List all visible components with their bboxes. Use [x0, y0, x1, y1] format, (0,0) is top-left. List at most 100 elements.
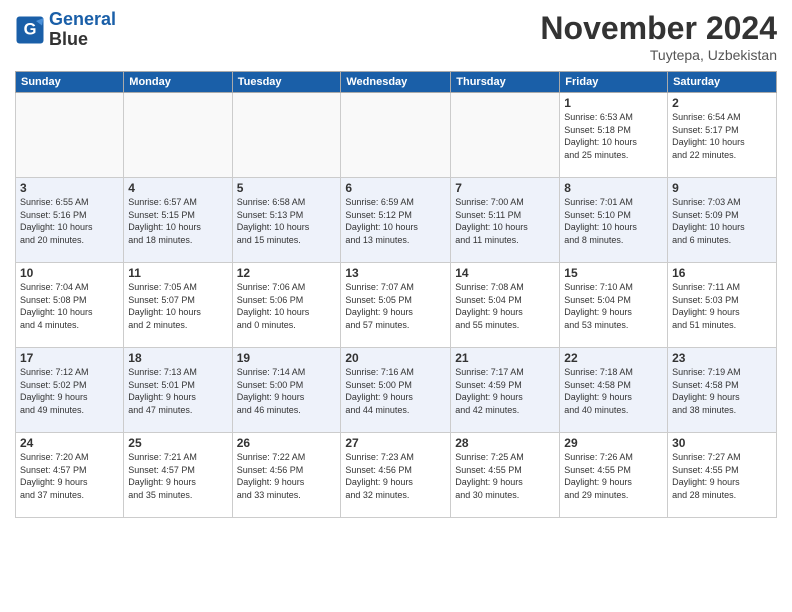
- calendar-cell: 5Sunrise: 6:58 AM Sunset: 5:13 PM Daylig…: [232, 178, 341, 263]
- calendar-cell: 23Sunrise: 7:19 AM Sunset: 4:58 PM Dayli…: [668, 348, 777, 433]
- day-number: 26: [237, 436, 337, 450]
- calendar-week-row: 10Sunrise: 7:04 AM Sunset: 5:08 PM Dayli…: [16, 263, 777, 348]
- day-info: Sunrise: 7:23 AM Sunset: 4:56 PM Dayligh…: [345, 451, 446, 501]
- day-number: 21: [455, 351, 555, 365]
- day-number: 3: [20, 181, 119, 195]
- day-number: 22: [564, 351, 663, 365]
- day-number: 9: [672, 181, 772, 195]
- day-number: 13: [345, 266, 446, 280]
- day-number: 17: [20, 351, 119, 365]
- calendar-cell: 7Sunrise: 7:00 AM Sunset: 5:11 PM Daylig…: [451, 178, 560, 263]
- weekday-header: Saturday: [668, 72, 777, 93]
- day-number: 10: [20, 266, 119, 280]
- calendar-cell: 26Sunrise: 7:22 AM Sunset: 4:56 PM Dayli…: [232, 433, 341, 518]
- day-info: Sunrise: 7:26 AM Sunset: 4:55 PM Dayligh…: [564, 451, 663, 501]
- day-number: 2: [672, 96, 772, 110]
- calendar-cell: [16, 93, 124, 178]
- calendar-cell: [451, 93, 560, 178]
- day-info: Sunrise: 7:05 AM Sunset: 5:07 PM Dayligh…: [128, 281, 227, 331]
- day-info: Sunrise: 7:07 AM Sunset: 5:05 PM Dayligh…: [345, 281, 446, 331]
- day-number: 30: [672, 436, 772, 450]
- day-number: 1: [564, 96, 663, 110]
- day-info: Sunrise: 6:55 AM Sunset: 5:16 PM Dayligh…: [20, 196, 119, 246]
- calendar-cell: 21Sunrise: 7:17 AM Sunset: 4:59 PM Dayli…: [451, 348, 560, 433]
- calendar-cell: 1Sunrise: 6:53 AM Sunset: 5:18 PM Daylig…: [560, 93, 668, 178]
- svg-text:G: G: [24, 20, 37, 38]
- calendar-cell: [341, 93, 451, 178]
- day-info: Sunrise: 7:14 AM Sunset: 5:00 PM Dayligh…: [237, 366, 337, 416]
- day-number: 24: [20, 436, 119, 450]
- day-number: 27: [345, 436, 446, 450]
- day-number: 23: [672, 351, 772, 365]
- calendar-cell: 18Sunrise: 7:13 AM Sunset: 5:01 PM Dayli…: [124, 348, 232, 433]
- weekday-header-row: SundayMondayTuesdayWednesdayThursdayFrid…: [16, 72, 777, 93]
- day-info: Sunrise: 6:59 AM Sunset: 5:12 PM Dayligh…: [345, 196, 446, 246]
- calendar-cell: 15Sunrise: 7:10 AM Sunset: 5:04 PM Dayli…: [560, 263, 668, 348]
- calendar-cell: 24Sunrise: 7:20 AM Sunset: 4:57 PM Dayli…: [16, 433, 124, 518]
- weekday-header: Sunday: [16, 72, 124, 93]
- calendar-cell: [232, 93, 341, 178]
- calendar-cell: 11Sunrise: 7:05 AM Sunset: 5:07 PM Dayli…: [124, 263, 232, 348]
- day-info: Sunrise: 7:00 AM Sunset: 5:11 PM Dayligh…: [455, 196, 555, 246]
- day-info: Sunrise: 7:21 AM Sunset: 4:57 PM Dayligh…: [128, 451, 227, 501]
- calendar-cell: 28Sunrise: 7:25 AM Sunset: 4:55 PM Dayli…: [451, 433, 560, 518]
- page: G General Blue November 2024 Tuytepa, Uz…: [0, 0, 792, 612]
- calendar-cell: 8Sunrise: 7:01 AM Sunset: 5:10 PM Daylig…: [560, 178, 668, 263]
- day-number: 7: [455, 181, 555, 195]
- day-number: 20: [345, 351, 446, 365]
- calendar-cell: 3Sunrise: 6:55 AM Sunset: 5:16 PM Daylig…: [16, 178, 124, 263]
- day-info: Sunrise: 7:22 AM Sunset: 4:56 PM Dayligh…: [237, 451, 337, 501]
- calendar-cell: 9Sunrise: 7:03 AM Sunset: 5:09 PM Daylig…: [668, 178, 777, 263]
- day-number: 6: [345, 181, 446, 195]
- calendar-cell: 19Sunrise: 7:14 AM Sunset: 5:00 PM Dayli…: [232, 348, 341, 433]
- day-info: Sunrise: 7:08 AM Sunset: 5:04 PM Dayligh…: [455, 281, 555, 331]
- calendar-week-row: 1Sunrise: 6:53 AM Sunset: 5:18 PM Daylig…: [16, 93, 777, 178]
- calendar-cell: 22Sunrise: 7:18 AM Sunset: 4:58 PM Dayli…: [560, 348, 668, 433]
- calendar-cell: 2Sunrise: 6:54 AM Sunset: 5:17 PM Daylig…: [668, 93, 777, 178]
- day-info: Sunrise: 7:04 AM Sunset: 5:08 PM Dayligh…: [20, 281, 119, 331]
- day-number: 5: [237, 181, 337, 195]
- title-block: November 2024 Tuytepa, Uzbekistan: [540, 10, 777, 63]
- day-number: 15: [564, 266, 663, 280]
- calendar-week-row: 17Sunrise: 7:12 AM Sunset: 5:02 PM Dayli…: [16, 348, 777, 433]
- calendar-table: SundayMondayTuesdayWednesdayThursdayFrid…: [15, 71, 777, 518]
- weekday-header: Friday: [560, 72, 668, 93]
- day-info: Sunrise: 7:25 AM Sunset: 4:55 PM Dayligh…: [455, 451, 555, 501]
- calendar-cell: 16Sunrise: 7:11 AM Sunset: 5:03 PM Dayli…: [668, 263, 777, 348]
- weekday-header: Thursday: [451, 72, 560, 93]
- calendar-cell: 4Sunrise: 6:57 AM Sunset: 5:15 PM Daylig…: [124, 178, 232, 263]
- weekday-header: Tuesday: [232, 72, 341, 93]
- logo: G General Blue: [15, 10, 116, 50]
- day-info: Sunrise: 7:17 AM Sunset: 4:59 PM Dayligh…: [455, 366, 555, 416]
- day-info: Sunrise: 7:20 AM Sunset: 4:57 PM Dayligh…: [20, 451, 119, 501]
- header: G General Blue November 2024 Tuytepa, Uz…: [15, 10, 777, 63]
- calendar-cell: [124, 93, 232, 178]
- day-number: 25: [128, 436, 227, 450]
- day-info: Sunrise: 7:13 AM Sunset: 5:01 PM Dayligh…: [128, 366, 227, 416]
- day-number: 11: [128, 266, 227, 280]
- day-number: 4: [128, 181, 227, 195]
- day-number: 19: [237, 351, 337, 365]
- day-info: Sunrise: 7:06 AM Sunset: 5:06 PM Dayligh…: [237, 281, 337, 331]
- day-number: 16: [672, 266, 772, 280]
- day-number: 18: [128, 351, 227, 365]
- weekday-header: Wednesday: [341, 72, 451, 93]
- calendar-week-row: 24Sunrise: 7:20 AM Sunset: 4:57 PM Dayli…: [16, 433, 777, 518]
- calendar-cell: 13Sunrise: 7:07 AM Sunset: 5:05 PM Dayli…: [341, 263, 451, 348]
- day-info: Sunrise: 6:54 AM Sunset: 5:17 PM Dayligh…: [672, 111, 772, 161]
- day-info: Sunrise: 6:57 AM Sunset: 5:15 PM Dayligh…: [128, 196, 227, 246]
- calendar-cell: 20Sunrise: 7:16 AM Sunset: 5:00 PM Dayli…: [341, 348, 451, 433]
- calendar-cell: 12Sunrise: 7:06 AM Sunset: 5:06 PM Dayli…: [232, 263, 341, 348]
- calendar-cell: 14Sunrise: 7:08 AM Sunset: 5:04 PM Dayli…: [451, 263, 560, 348]
- location: Tuytepa, Uzbekistan: [540, 47, 777, 63]
- day-info: Sunrise: 7:01 AM Sunset: 5:10 PM Dayligh…: [564, 196, 663, 246]
- day-info: Sunrise: 7:18 AM Sunset: 4:58 PM Dayligh…: [564, 366, 663, 416]
- day-info: Sunrise: 7:03 AM Sunset: 5:09 PM Dayligh…: [672, 196, 772, 246]
- calendar-cell: 27Sunrise: 7:23 AM Sunset: 4:56 PM Dayli…: [341, 433, 451, 518]
- calendar-cell: 17Sunrise: 7:12 AM Sunset: 5:02 PM Dayli…: [16, 348, 124, 433]
- day-number: 14: [455, 266, 555, 280]
- day-info: Sunrise: 7:12 AM Sunset: 5:02 PM Dayligh…: [20, 366, 119, 416]
- day-info: Sunrise: 6:53 AM Sunset: 5:18 PM Dayligh…: [564, 111, 663, 161]
- calendar-cell: 6Sunrise: 6:59 AM Sunset: 5:12 PM Daylig…: [341, 178, 451, 263]
- calendar-cell: 30Sunrise: 7:27 AM Sunset: 4:55 PM Dayli…: [668, 433, 777, 518]
